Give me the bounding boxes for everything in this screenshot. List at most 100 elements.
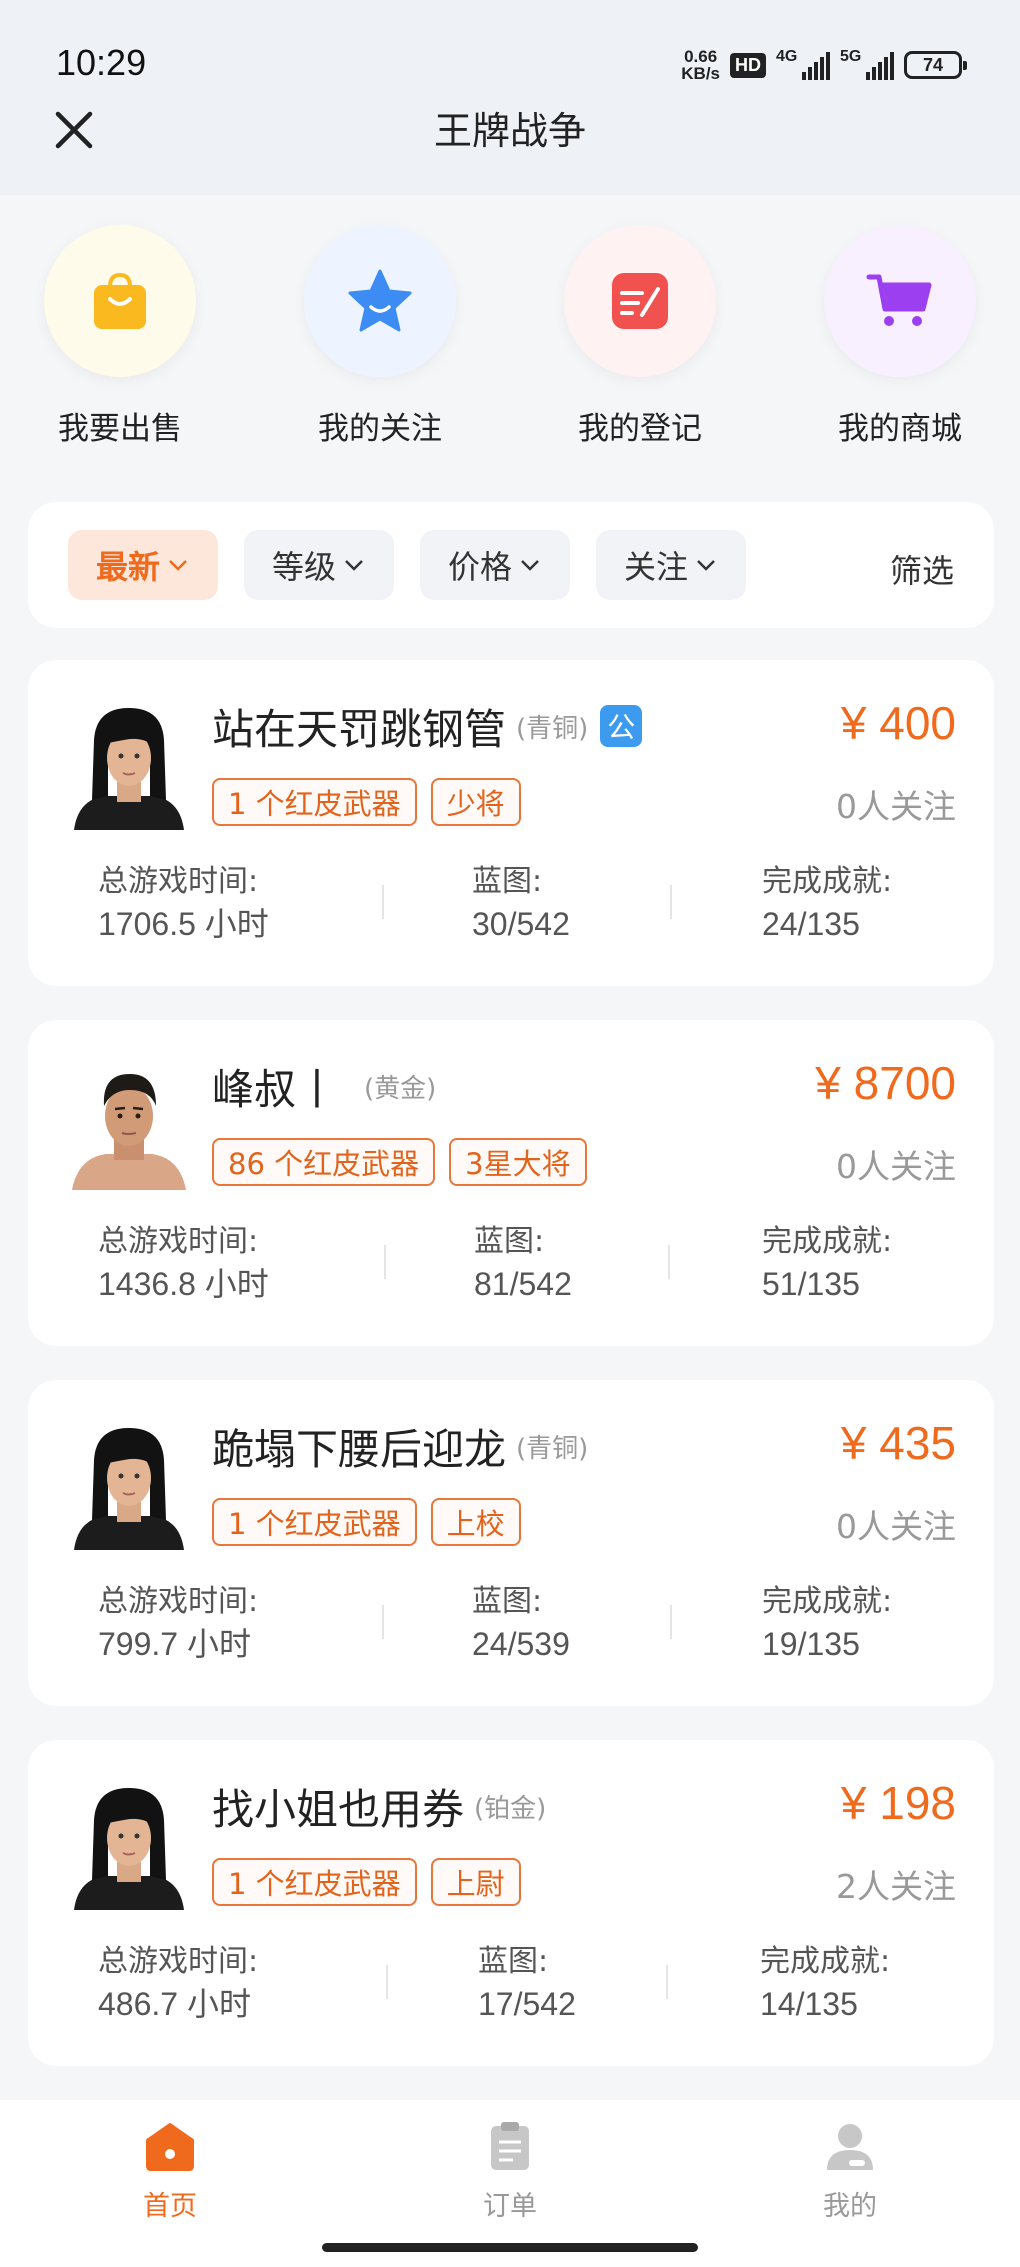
quick-action-circle — [824, 225, 976, 377]
quick-action-label: 我的登记 — [578, 411, 702, 447]
male-avatar — [72, 1074, 186, 1190]
stat-blueprint: 蓝图: 17/542 — [478, 1940, 576, 2026]
tab-profile[interactable]: 我的 — [770, 2120, 930, 2223]
stat-label: 完成成就: — [762, 864, 893, 899]
quick-action-label: 我要出售 — [58, 411, 182, 447]
rank-tag: 上尉 — [430, 1858, 521, 1906]
stat-blueprint: 蓝图: 30/542 — [472, 860, 570, 946]
quick-action-sell[interactable]: 我要出售 — [20, 225, 220, 448]
divider — [382, 885, 384, 919]
stat-playtime: 总游戏时间: 1706.5 小时 — [98, 860, 269, 946]
listing-tags: 86 个红皮武器 3星大将 — [212, 1138, 587, 1186]
order-icon — [491, 2122, 529, 2170]
listing-price: ¥ 435 — [840, 1417, 956, 1469]
stat-value: 19/135 — [762, 1626, 860, 1662]
tab-label: 订单 — [483, 2191, 537, 2222]
star-icon — [348, 269, 412, 332]
female-avatar — [74, 708, 184, 830]
listing-price: ¥ 198 — [840, 1777, 956, 1829]
follow-count: 2人关注 — [836, 1867, 956, 1906]
listing-name-line: 峰叔丨 (黄金) — [212, 1056, 436, 1116]
stat-achievement: 完成成就: 19/135 — [762, 1580, 892, 1666]
stat-label: 蓝图: — [478, 1944, 549, 1979]
filter-button[interactable]: 筛选 — [890, 546, 954, 592]
filter-chip-label: 关注 — [623, 548, 688, 586]
stat-achievement: 完成成就: 24/135 — [762, 860, 892, 946]
stat-label: 总游戏时间: — [98, 864, 259, 899]
listing-name: 跪塌下腰后迎龙 — [212, 1424, 507, 1474]
divider — [668, 1245, 670, 1279]
listing-card[interactable]: 找小姐也用券 (铂金) 1 个红皮武器 上尉 ¥ 198 2人关注 总游戏时间:… — [28, 1740, 994, 2066]
stat-value: 30/542 — [472, 906, 570, 942]
home-icon — [146, 2123, 194, 2171]
stat-value: 17/542 — [478, 1986, 576, 2022]
listing-name: 峰叔丨 — [212, 1064, 339, 1114]
stat-label: 完成成就: — [762, 1584, 893, 1619]
filter-bar: 最新 等级 价格 关注 筛选 — [28, 502, 994, 628]
stat-value: 51/135 — [762, 1266, 860, 1302]
net-speed-unit: KB/s — [681, 64, 720, 83]
listing-rank: (黄金) — [364, 1073, 437, 1104]
female-avatar — [74, 1788, 184, 1910]
net-speed: 0.66 KB/s — [681, 48, 720, 82]
listing-tags: 1 个红皮武器 上尉 — [212, 1858, 521, 1906]
rank-tag: 3星大将 — [449, 1138, 587, 1186]
status-icons: 0.66 KB/s HD 4G 5G 74 — [681, 48, 967, 82]
filter-chip-level[interactable]: 等级 — [244, 530, 394, 600]
filter-chip-latest[interactable]: 最新 — [68, 530, 218, 600]
stat-value: 1436.8 小时 — [98, 1266, 269, 1302]
stat-blueprint: 蓝图: 24/539 — [472, 1580, 570, 1666]
filter-chip-price[interactable]: 价格 — [420, 530, 570, 600]
chevron-down-icon — [521, 560, 539, 571]
divider — [382, 1605, 384, 1639]
listing-tags: 1 个红皮武器 上校 — [212, 1498, 521, 1546]
filter-chip-label: 最新 — [95, 548, 160, 586]
shopping-cart-icon — [866, 274, 932, 326]
status-bar: 10:29 0.66 KB/s HD 4G 5G 74 — [0, 0, 1020, 110]
shopping-bag-icon — [94, 272, 146, 329]
stat-value: 24/539 — [472, 1626, 570, 1662]
listing-card[interactable]: 峰叔丨 (黄金) 86 个红皮武器 3星大将 ¥ 8700 0人关注 总游戏时间… — [28, 1020, 994, 1346]
listing-price: ¥ 8700 — [815, 1057, 956, 1109]
listing-name: 站在天罚跳钢管 — [212, 704, 507, 754]
public-badge: 公 — [600, 705, 643, 747]
listing-price: ¥ 400 — [840, 697, 956, 749]
stat-label: 总游戏时间: — [98, 1224, 259, 1259]
listing-rank: (铂金) — [474, 1793, 547, 1824]
quick-action-mall[interactable]: 我的商城 — [800, 225, 1000, 448]
net-speed-value: 0.66 — [684, 47, 718, 66]
signal-5g-icon: 5G — [840, 48, 894, 80]
chevron-down-icon — [345, 560, 363, 571]
stat-value: 486.7 小时 — [98, 1986, 251, 2022]
follow-count: 0人关注 — [836, 787, 956, 826]
weapon-tag: 1 个红皮武器 — [212, 1498, 417, 1546]
battery-icon: 74 — [904, 51, 967, 79]
divider — [666, 1965, 668, 1999]
follow-count: 0人关注 — [836, 1507, 956, 1546]
stat-blueprint: 蓝图: 81/542 — [474, 1220, 572, 1306]
divider — [670, 1605, 672, 1639]
filter-chip-follow[interactable]: 关注 — [596, 530, 746, 600]
quick-action-circle — [304, 225, 456, 377]
tab-home[interactable]: 首页 — [90, 2120, 250, 2223]
stat-value: 799.7 小时 — [98, 1626, 251, 1662]
listing-name-line: 跪塌下腰后迎龙 (青铜) — [212, 1416, 588, 1476]
register-note-icon — [612, 273, 668, 329]
quick-action-circle — [44, 225, 196, 377]
stat-playtime: 总游戏时间: 1436.8 小时 — [98, 1220, 269, 1306]
quick-action-follow[interactable]: 我的关注 — [280, 225, 480, 448]
quick-action-label: 我的商城 — [838, 411, 962, 447]
signal-4g-icon: 4G — [776, 48, 830, 80]
page-title: 王牌战争 — [433, 109, 586, 153]
home-indicator — [322, 2243, 698, 2252]
quick-action-register[interactable]: 我的登记 — [540, 225, 740, 448]
stat-value: 1706.5 小时 — [98, 906, 269, 942]
stat-label: 总游戏时间: — [98, 1944, 259, 1979]
listing-name: 找小姐也用券 — [212, 1784, 465, 1834]
listing-card[interactable]: 站在天罚跳钢管 (青铜) 公 1 个红皮武器 少将 ¥ 400 0人关注 总游戏… — [28, 660, 994, 986]
filter-chip-label: 价格 — [447, 548, 512, 586]
listing-card[interactable]: 跪塌下腰后迎龙 (青铜) 1 个红皮武器 上校 ¥ 435 0人关注 总游戏时间… — [28, 1380, 994, 1706]
stat-label: 蓝图: — [472, 1584, 543, 1619]
tab-orders[interactable]: 订单 — [430, 2120, 590, 2223]
chevron-down-icon — [697, 560, 715, 571]
